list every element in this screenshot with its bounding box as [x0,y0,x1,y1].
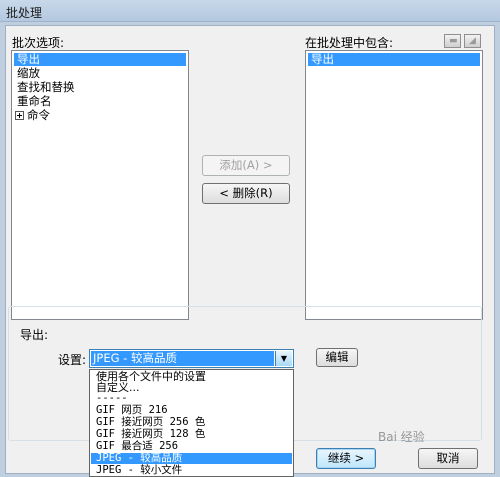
chevron-down-icon[interactable]: ▼ [275,351,292,366]
batch-option-export[interactable]: 导出 [14,53,186,66]
down-arrow-icon: ◢ [469,36,476,46]
window-title: 批处理 [6,6,43,20]
batch-option-label: 命令 [27,108,50,122]
dropdown-option[interactable]: GIF 接近网页 128 色 [91,429,292,440]
expand-plus-icon[interactable] [15,111,24,120]
cancel-button[interactable]: 取消 [418,448,478,469]
batch-option-label: 查找和替换 [17,80,75,94]
export-settings-dropdown[interactable]: 使用各个文件中的设置 自定义... ----- GIF 网页 216 GIF 接… [89,369,294,477]
up-arrow-icon: ▬ [449,36,458,46]
batch-dialog: 批处理 批次选项: 导出 缩放 查找和替换 重命名 命令 添加(A) > < 删… [0,0,500,477]
batch-option-find-replace[interactable]: 查找和替换 [14,81,75,94]
batch-option-scale[interactable]: 缩放 [14,67,40,80]
dropdown-option[interactable]: JPEG - 较小文件 [91,465,292,476]
export-settings-value: JPEG - 较高品质 [91,351,274,366]
settings-label: 设置: [58,353,87,367]
batch-option-label: 重命名 [17,94,52,108]
batch-options-label: 批次选项: [12,36,65,50]
continue-button[interactable]: 继续 > [316,448,376,469]
dropdown-option[interactable]: GIF 最合适 256 [91,441,292,452]
edit-button[interactable]: 编辑 [316,348,358,367]
export-settings-select[interactable]: JPEG - 较高品质 ▼ [89,349,294,368]
dropdown-option-selected[interactable]: JPEG - 较高品质 [91,453,292,464]
title-bar: 批处理 [0,0,500,22]
included-item-export[interactable]: 导出 [308,53,480,66]
dropdown-option[interactable]: GIF 接近网页 256 色 [91,417,292,428]
remove-button[interactable]: < 删除(R) [202,183,290,204]
move-down-button[interactable]: ◢ [464,34,481,48]
add-button[interactable]: 添加(A) > [202,155,290,176]
batch-option-commands[interactable]: 命令 [12,109,50,122]
batch-option-label: 缩放 [17,66,40,80]
included-list[interactable]: 导出 [305,50,483,320]
watermark-logo: Bai 经验 [378,430,425,444]
move-up-button[interactable]: ▬ [444,34,461,48]
batch-option-label: 导出 [17,52,40,66]
batch-options-list[interactable]: 导出 缩放 查找和替换 重命名 命令 [11,50,189,320]
batch-option-rename[interactable]: 重命名 [14,95,52,108]
included-label: 在批处理中包含: [305,36,394,50]
export-group-label: 导出: [18,326,51,343]
included-item-label: 导出 [311,52,334,66]
dropdown-option[interactable]: GIF 网页 216 [91,405,292,416]
dropdown-separator: ----- [96,392,128,404]
